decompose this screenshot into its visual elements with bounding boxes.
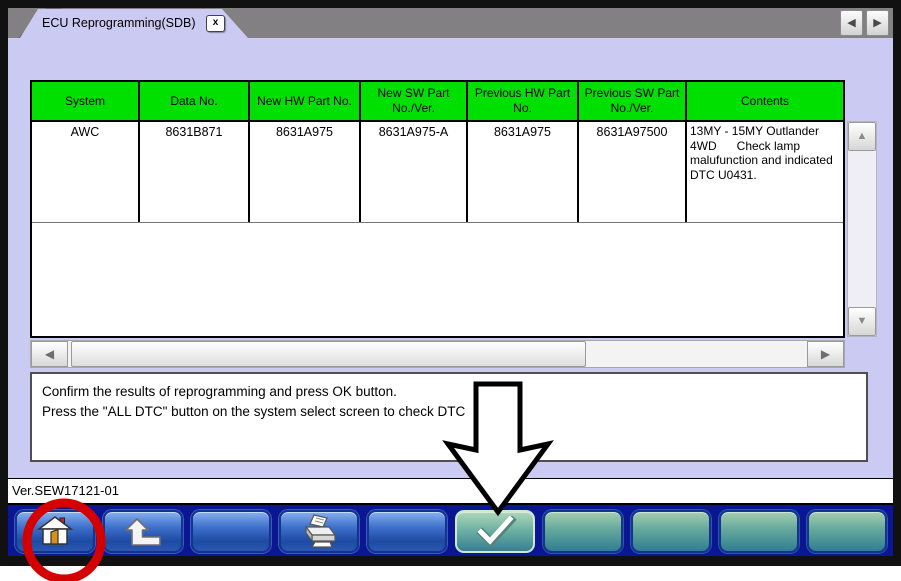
left-arrow-icon: ◀ bbox=[45, 347, 54, 361]
tab-title: ECU Reprogramming(SDB) bbox=[42, 16, 196, 30]
header-cell: Contents bbox=[687, 82, 843, 120]
scroll-down-button[interactable]: ▼ bbox=[848, 307, 876, 336]
toolbar-blank-button[interactable] bbox=[807, 510, 887, 553]
header-cell: Data No. bbox=[140, 82, 250, 120]
table-cell-new-sw: 8631A975-A bbox=[361, 122, 468, 222]
vertical-scrollbar[interactable]: ▲ ▼ bbox=[847, 121, 877, 337]
right-arrow-icon: ▶ bbox=[821, 347, 830, 361]
scroll-left-button[interactable]: ◀ bbox=[31, 341, 68, 367]
horizontal-scrollbar[interactable]: ◀ ▶ bbox=[30, 340, 845, 368]
toolbar-blank-button[interactable] bbox=[719, 510, 799, 553]
scroll-right-button[interactable]: ▶ bbox=[807, 341, 844, 367]
message-line: Confirm the results of reprogramming and… bbox=[42, 382, 856, 402]
scroll-up-button[interactable]: ▲ bbox=[848, 122, 876, 151]
table-cell-data-no: 8631B871 bbox=[140, 122, 250, 222]
check-icon bbox=[472, 516, 518, 548]
ok-button[interactable] bbox=[455, 510, 535, 553]
table-cell-prev-hw: 8631A975 bbox=[468, 122, 579, 222]
table-cell-contents: 13MY - 15MY Outlander 4WD Check lamp mal… bbox=[687, 122, 843, 222]
tab-bar: ECU Reprogramming(SDB) x ◀ ▶ bbox=[8, 8, 893, 38]
tab-close-button[interactable]: x bbox=[206, 15, 225, 32]
right-arrow-icon: ▶ bbox=[873, 17, 881, 29]
status-bar: Ver.SEW17121-01 bbox=[8, 478, 893, 503]
message-line: Press the "ALL DTC" button on the system… bbox=[42, 402, 856, 422]
header-cell: Previous SW Part No./Ver. bbox=[579, 82, 687, 120]
toolbar-blank-button[interactable] bbox=[191, 510, 271, 553]
home-button[interactable] bbox=[15, 510, 95, 553]
instruction-message-box: Confirm the results of reprogramming and… bbox=[30, 372, 868, 462]
version-label: Ver.SEW17121-01 bbox=[12, 483, 119, 498]
screen: ECU Reprogramming(SDB) x ◀ ▶ System Data… bbox=[0, 0, 901, 581]
toolbar bbox=[8, 503, 893, 556]
reprogramming-results-table: System Data No. New HW Part No. New SW P… bbox=[30, 80, 845, 338]
toolbar-blank-button[interactable] bbox=[631, 510, 711, 553]
table-header-row: System Data No. New HW Part No. New SW P… bbox=[32, 82, 843, 122]
tab-ecu-reprogramming[interactable]: ECU Reprogramming(SDB) x bbox=[10, 9, 250, 38]
printer-icon bbox=[299, 514, 339, 550]
horizontal-scroll-thumb[interactable] bbox=[71, 341, 586, 367]
content-area: System Data No. New HW Part No. New SW P… bbox=[8, 38, 893, 503]
up-arrow-icon: ▲ bbox=[857, 130, 868, 142]
toolbar-blank-button[interactable] bbox=[367, 510, 447, 553]
header-cell: Previous HW Part No. bbox=[468, 82, 579, 120]
print-button[interactable] bbox=[279, 510, 359, 553]
table-row[interactable]: AWC 8631B871 8631A975 8631A975-A 8631A97… bbox=[32, 122, 843, 223]
back-button[interactable] bbox=[103, 510, 183, 553]
header-cell: New HW Part No. bbox=[250, 82, 361, 120]
window-body: ECU Reprogramming(SDB) x ◀ ▶ System Data… bbox=[8, 8, 893, 556]
table-cell-system: AWC bbox=[32, 122, 140, 222]
back-arrow-icon bbox=[125, 517, 162, 547]
nav-next-button[interactable]: ▶ bbox=[866, 10, 889, 36]
nav-previous-button[interactable]: ◀ bbox=[840, 10, 863, 36]
home-icon bbox=[36, 515, 74, 549]
window-frame: ECU Reprogramming(SDB) x ◀ ▶ System Data… bbox=[0, 0, 901, 566]
left-arrow-icon: ◀ bbox=[847, 17, 855, 29]
table-cell-prev-sw: 8631A97500 bbox=[579, 122, 687, 222]
toolbar-blank-button[interactable] bbox=[543, 510, 623, 553]
header-cell: System bbox=[32, 82, 140, 120]
table-cell-new-hw: 8631A975 bbox=[250, 122, 361, 222]
down-arrow-icon: ▼ bbox=[857, 315, 868, 327]
header-cell: New SW Part No./Ver. bbox=[361, 82, 468, 120]
